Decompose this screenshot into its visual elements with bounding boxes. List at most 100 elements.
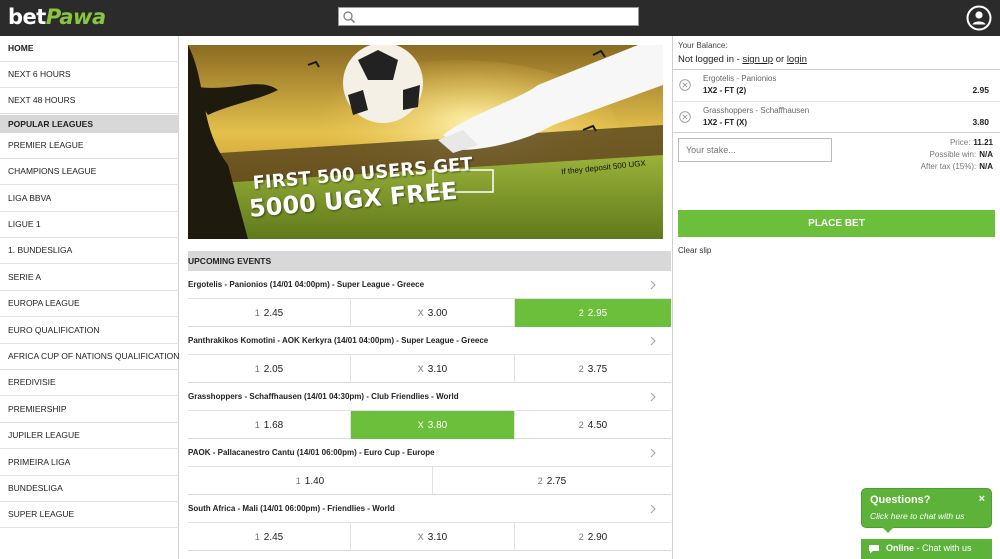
- chat-status-text: - Chat with us: [914, 543, 972, 553]
- sidebar-league-primeira-liga[interactable]: PRIMEIRA LIGA: [0, 450, 179, 476]
- event-title[interactable]: PAOK - Pallacanestro Cantu (14/01 06:00p…: [188, 439, 671, 466]
- sidebar-league-euro-qualification[interactable]: EURO QUALIFICATION: [0, 318, 179, 344]
- sidebar-league-serie-a[interactable]: SERIE A: [0, 265, 179, 291]
- remove-selection-icon[interactable]: [679, 111, 691, 123]
- chat-online-bar[interactable]: Online - Chat with us: [861, 539, 992, 559]
- login-link[interactable]: login: [787, 54, 807, 65]
- price-stat: Price: 11.21: [950, 138, 993, 147]
- close-icon[interactable]: ×: [979, 493, 985, 505]
- logo-part-pawa: Pawa: [45, 5, 106, 29]
- sidebar-league-1-bundesliga[interactable]: 1. BUNDESLIGA: [0, 238, 179, 264]
- odd-key: X: [417, 420, 424, 430]
- not-logged-text: Not logged in -: [678, 54, 743, 65]
- sidebar-league-premiership[interactable]: PREMIERSHIP: [0, 397, 179, 423]
- sign-up-link[interactable]: sign up: [742, 54, 773, 65]
- odd-value: 3.10: [427, 364, 448, 375]
- event-title[interactable]: Ergotelis - Panionios (14/01 04:00pm) - …: [188, 271, 671, 298]
- odd-value: 2.45: [263, 308, 284, 319]
- odd-button-away[interactable]: 2 3.75: [515, 355, 671, 383]
- popular-leagues-heading: POPULAR LEAGUES: [0, 115, 179, 133]
- event-title-text: South Africa - Mali (14/01 06:00pm) - Fr…: [188, 504, 395, 513]
- remove-selection-icon[interactable]: [679, 79, 691, 91]
- possible-win-label: Possible win:: [929, 150, 977, 159]
- sidebar-league-eredivisie[interactable]: EREDIVISIE: [0, 370, 179, 396]
- odd-button-home[interactable]: 1 2.05: [188, 355, 351, 383]
- sidebar-league-bundesliga[interactable]: BUNDESLIGA: [0, 476, 179, 502]
- event-title-text: Panthrakikos Komotini - AOK Kerkyra (14/…: [188, 336, 489, 345]
- chevron-right-icon: [650, 504, 656, 514]
- sidebar-item-next-48-hours[interactable]: NEXT 48 HOURS: [0, 88, 179, 114]
- event-row: Grasshoppers - Schaffhausen (14/01 04:30…: [188, 383, 671, 439]
- price-value: 11.21: [973, 138, 993, 147]
- betslip-selection: Grasshoppers - Schaffhausen 1X2 - FT (X)…: [673, 102, 1000, 132]
- odds-row: 1 2.05 X 3.10 2 3.75: [188, 354, 671, 383]
- odd-button-away[interactable]: 2 2.90: [515, 523, 671, 551]
- betpawa-logo[interactable]: betPawa: [8, 5, 106, 29]
- odd-button-away[interactable]: 2 2.75: [433, 467, 671, 495]
- odd-key: 2: [578, 364, 584, 374]
- odd-key: 1: [254, 308, 260, 318]
- odd-button-home[interactable]: 1 1.40: [188, 467, 433, 495]
- odd-value: 2.05: [263, 364, 284, 375]
- chat-prompt-bubble[interactable]: Questions? Click here to chat with us ×: [861, 488, 992, 533]
- divider: [673, 132, 1000, 133]
- sidebar-league-liga-bbva[interactable]: LIGA BBVA: [0, 186, 179, 212]
- possible-win-value: N/A: [979, 150, 993, 159]
- selection-odd: 3.80: [972, 117, 989, 127]
- clear-slip-link[interactable]: Clear slip: [678, 246, 711, 255]
- chat-bubble-tail: [882, 527, 894, 533]
- odd-key: 1: [295, 476, 301, 486]
- after-tax-value: N/A: [979, 162, 993, 171]
- balance-label: Your Balance:: [678, 41, 728, 50]
- odd-value: 3.80: [427, 420, 448, 431]
- odd-button-away[interactable]: 2 4.50: [515, 411, 671, 439]
- odd-button-draw[interactable]: X 3.10: [351, 355, 515, 383]
- odd-button-draw[interactable]: X 3.10: [351, 523, 515, 551]
- event-title-text: PAOK - Pallacanestro Cantu (14/01 06:00p…: [188, 448, 435, 457]
- odd-button-home[interactable]: 1 2.45: [188, 299, 351, 327]
- odds-row: 1 2.45 X 3.00 2 2.95: [188, 298, 671, 327]
- odd-value: 2.90: [587, 532, 608, 543]
- sidebar-league-premier-league[interactable]: PREMIER LEAGUE: [0, 133, 179, 159]
- event-row: PAOK - Pallacanestro Cantu (14/01 06:00p…: [188, 439, 671, 495]
- event-title-text: Ergotelis - Panionios (14/01 04:00pm) - …: [188, 280, 425, 289]
- event-row: Ergotelis - Panionios (14/01 04:00pm) - …: [188, 271, 671, 327]
- odds-row: 1 1.40 2 2.75: [188, 466, 671, 495]
- sidebar-item-home[interactable]: HOME: [0, 36, 179, 62]
- sidebar-league-champions-league[interactable]: CHAMPIONS LEAGUE: [0, 159, 179, 185]
- sidebar-league-afcon-qualification[interactable]: AFRICA CUP OF NATIONS QUALIFICATION: [0, 344, 179, 370]
- sidebar-league-europa-league[interactable]: EUROPA LEAGUE: [0, 291, 179, 317]
- login-status: Not logged in - sign up or login: [678, 54, 807, 65]
- sidebar-item-next-6-hours[interactable]: NEXT 6 HOURS: [0, 62, 179, 88]
- odd-button-draw[interactable]: X 3.00: [351, 299, 515, 327]
- search-icon: [343, 11, 356, 24]
- odd-key: 1: [254, 364, 260, 374]
- sidebar-league-jupiler-league[interactable]: JUPILER LEAGUE: [0, 423, 179, 449]
- selection-pick: 1X2 - FT (2): [703, 86, 747, 95]
- odd-button-home[interactable]: 1 1.68: [188, 411, 351, 439]
- event-title-text: Grasshoppers - Schaffhausen (14/01 04:30…: [188, 392, 459, 401]
- event-title[interactable]: Grasshoppers - Schaffhausen (14/01 04:30…: [188, 383, 671, 410]
- sidebar-league-super-league[interactable]: SUPER LEAGUE: [0, 502, 179, 528]
- chat-status-online: Online: [886, 543, 915, 553]
- odd-value: 2.45: [263, 532, 284, 543]
- betslip-selection: Ergotelis - Panionios 1X2 - FT (2) 2.95: [673, 70, 1000, 100]
- event-row: Panthrakikos Komotini - AOK Kerkyra (14/…: [188, 327, 671, 383]
- odd-button-home[interactable]: 1 2.45: [188, 523, 351, 551]
- odd-value: 3.00: [427, 308, 448, 319]
- event-title[interactable]: Panthrakikos Komotini - AOK Kerkyra (14/…: [188, 327, 671, 354]
- odd-value: 1.40: [304, 476, 325, 487]
- event-title[interactable]: South Africa - Mali (14/01 06:00pm) - Fr…: [188, 495, 671, 522]
- odd-button-away[interactable]: 2 2.95: [515, 299, 671, 327]
- odd-value: 3.75: [587, 364, 608, 375]
- odd-button-draw[interactable]: X 3.80: [351, 411, 515, 439]
- place-bet-button[interactable]: PLACE BET: [678, 210, 995, 237]
- stake-input[interactable]: [678, 138, 832, 162]
- user-circle-icon[interactable]: [966, 5, 992, 31]
- after-tax-label: After tax (15%):: [920, 162, 977, 171]
- odd-key: 1: [254, 420, 260, 430]
- sidebar-league-ligue-1[interactable]: LIGUE 1: [0, 212, 179, 238]
- search-box[interactable]: [338, 7, 639, 26]
- search-input[interactable]: [359, 9, 635, 24]
- promo-banner[interactable]: FIRST 500 USERS GET 5000 UGX FREE If the…: [188, 45, 663, 239]
